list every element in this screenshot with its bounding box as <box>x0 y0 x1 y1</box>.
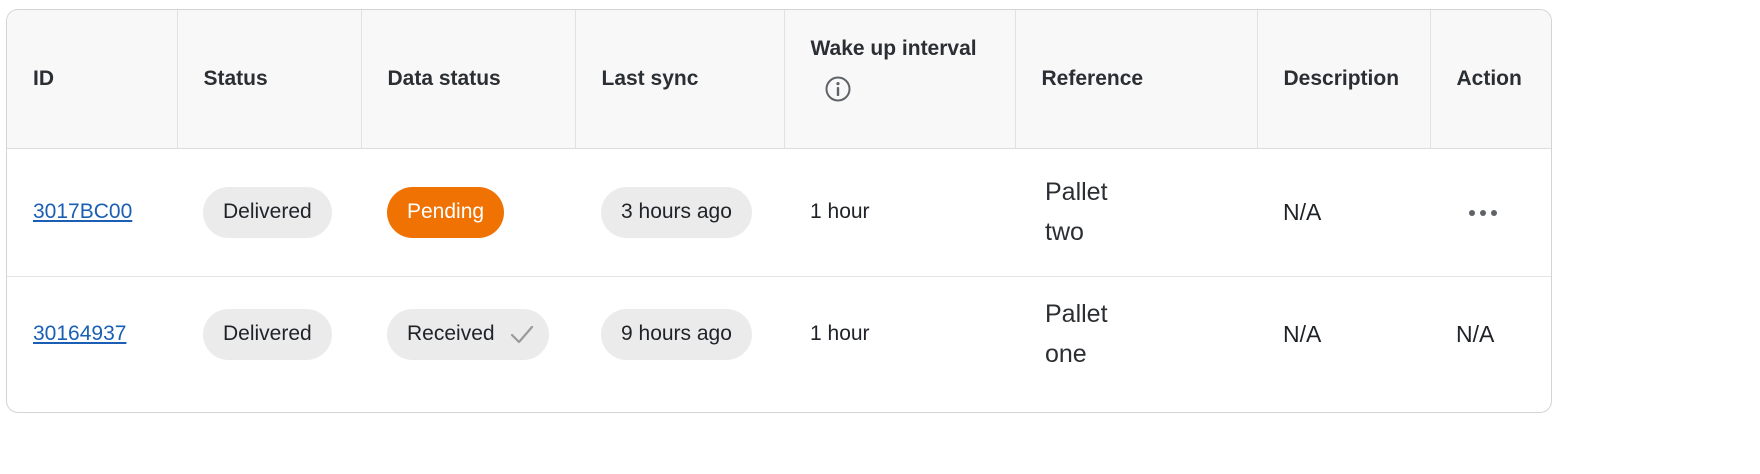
description-text: N/A <box>1283 198 1322 225</box>
reference-text: Pallet two <box>1045 178 1108 246</box>
devices-table: ID Status Data status Last sync Wake up … <box>7 10 1551 392</box>
cell-id: 30164937 <box>7 276 177 392</box>
column-header-data-status[interactable]: Data status <box>361 10 576 149</box>
data-status-badge: Pending <box>387 186 505 238</box>
cell-description: N/A <box>1257 148 1430 277</box>
devices-table-card: ID Status Data status Last sync Wake up … <box>6 9 1552 413</box>
status-badge: Delivered <box>203 186 332 238</box>
cell-data-status: Received <box>361 276 575 392</box>
cell-reference: Pallet two <box>1015 148 1257 277</box>
cell-status: Delivered <box>177 148 361 277</box>
description-text: N/A <box>1283 320 1322 347</box>
cell-action <box>1430 148 1551 277</box>
table-body: 3017BC00 Delivered Pending 3 hours ago 1… <box>7 148 1551 392</box>
column-header-last-sync[interactable]: Last sync <box>575 10 785 149</box>
device-id-link[interactable]: 30164937 <box>33 322 126 345</box>
data-status-label: Received <box>407 322 495 346</box>
data-status-badge: Received <box>387 308 549 360</box>
column-header-description[interactable]: Description <box>1257 10 1431 149</box>
header-row: ID Status Data status Last sync Wake up … <box>7 10 1551 149</box>
table-header: ID Status Data status Last sync Wake up … <box>7 10 1551 149</box>
reference-text: Pallet one <box>1045 300 1108 369</box>
cell-status: Delivered <box>177 276 361 392</box>
cell-wake-up-interval: 1 hour <box>810 322 870 346</box>
info-icon[interactable] <box>824 75 852 103</box>
cell-description: N/A <box>1257 276 1430 392</box>
cell-id: 3017BC00 <box>7 148 177 277</box>
column-header-wake-up-interval-label: Wake up interval <box>810 37 977 60</box>
cell-data-status: Pending <box>361 148 575 277</box>
cell-last-sync: 3 hours ago <box>575 148 784 277</box>
status-badge: Delivered <box>203 308 332 360</box>
last-sync-badge: 3 hours ago <box>601 186 752 238</box>
cell-action: N/A <box>1430 276 1551 392</box>
cell-reference: Pallet one <box>1015 276 1257 392</box>
table-row: 3017BC00 Delivered Pending 3 hours ago 1… <box>7 148 1551 277</box>
cell-wake-up-interval: 1 hour <box>784 148 1015 277</box>
cell-last-sync: 9 hours ago <box>575 276 784 392</box>
device-id-link[interactable]: 3017BC00 <box>33 200 132 223</box>
column-header-action: Action <box>1430 10 1551 149</box>
column-header-id[interactable]: ID <box>7 10 178 149</box>
more-horizontal-icon[interactable] <box>1468 208 1498 218</box>
check-icon <box>510 326 533 344</box>
column-header-status[interactable]: Status <box>177 10 362 149</box>
table-row: 30164937 Delivered Received 9 hours ago <box>7 276 1551 392</box>
column-header-wake-up-interval[interactable]: Wake up interval <box>784 10 1016 149</box>
action-text: N/A <box>1456 320 1495 347</box>
column-header-reference[interactable]: Reference <box>1015 10 1258 149</box>
last-sync-badge: 9 hours ago <box>601 308 752 360</box>
